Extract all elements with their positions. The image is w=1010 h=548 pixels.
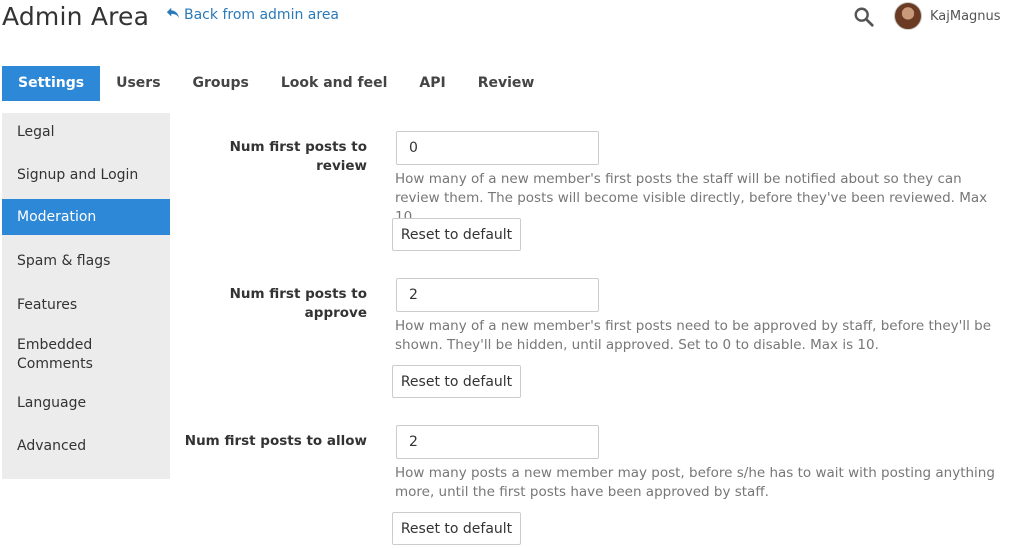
tab-users[interactable]: Users: [100, 66, 176, 101]
settings-sidebar: Legal Signup and Login Moderation Spam &…: [2, 113, 170, 479]
search-button[interactable]: [853, 6, 877, 30]
reset-to-default-button[interactable]: Reset to default: [392, 512, 521, 545]
tab-api[interactable]: API: [403, 66, 461, 101]
back-link-label: Back from admin area: [184, 7, 340, 23]
username: KajMagnus: [930, 8, 1001, 24]
user-menu[interactable]: KajMagnus: [894, 2, 1001, 30]
setting-label: Num first posts to approve: [229, 286, 367, 321]
setting-help-text: How many of a new member's first posts n…: [395, 318, 991, 353]
num-first-posts-to-allow-input[interactable]: [396, 425, 599, 459]
page-title: Admin Area: [2, 2, 150, 31]
reset-to-default-button[interactable]: Reset to default: [392, 365, 521, 398]
setting-num-first-posts-to-approve: Num first posts to approve How many of a…: [175, 278, 1005, 408]
back-from-admin-link[interactable]: Back from admin area: [166, 6, 339, 24]
tab-settings[interactable]: Settings: [2, 66, 101, 101]
sidebar-item-legal[interactable]: Legal: [2, 113, 170, 151]
num-first-posts-to-review-input[interactable]: [396, 131, 599, 165]
num-first-posts-to-approve-input[interactable]: [396, 278, 599, 312]
sidebar-item-language[interactable]: Language: [2, 386, 170, 420]
setting-label: Num first posts to review: [229, 139, 367, 174]
sidebar-item-signup-and-login[interactable]: Signup and Login: [2, 151, 170, 199]
avatar: [894, 2, 922, 30]
setting-label: Num first posts to allow: [184, 433, 367, 449]
sidebar-item-features[interactable]: Features: [2, 286, 170, 324]
tab-look-and-feel[interactable]: Look and feel: [265, 66, 404, 101]
tab-groups[interactable]: Groups: [177, 66, 265, 101]
reply-arrow-icon: [166, 6, 180, 24]
setting-num-first-posts-to-review: Num first posts to review How many of a …: [175, 131, 1005, 261]
sidebar-item-embedded-comments[interactable]: Embedded Comments: [2, 324, 122, 386]
tab-review[interactable]: Review: [462, 66, 551, 101]
sidebar-item-moderation[interactable]: Moderation: [2, 199, 170, 235]
admin-tabs: Settings Users Groups Look and feel API …: [2, 66, 550, 101]
sidebar-item-advanced[interactable]: Advanced: [2, 420, 170, 472]
setting-help-text: How many posts a new member may post, be…: [395, 465, 995, 500]
reset-to-default-button[interactable]: Reset to default: [392, 218, 521, 251]
setting-num-first-posts-to-allow: Num first posts to allow How many posts …: [175, 425, 1005, 547]
sidebar-item-spam-and-flags[interactable]: Spam & flags: [2, 235, 170, 286]
search-icon: [853, 7, 875, 32]
